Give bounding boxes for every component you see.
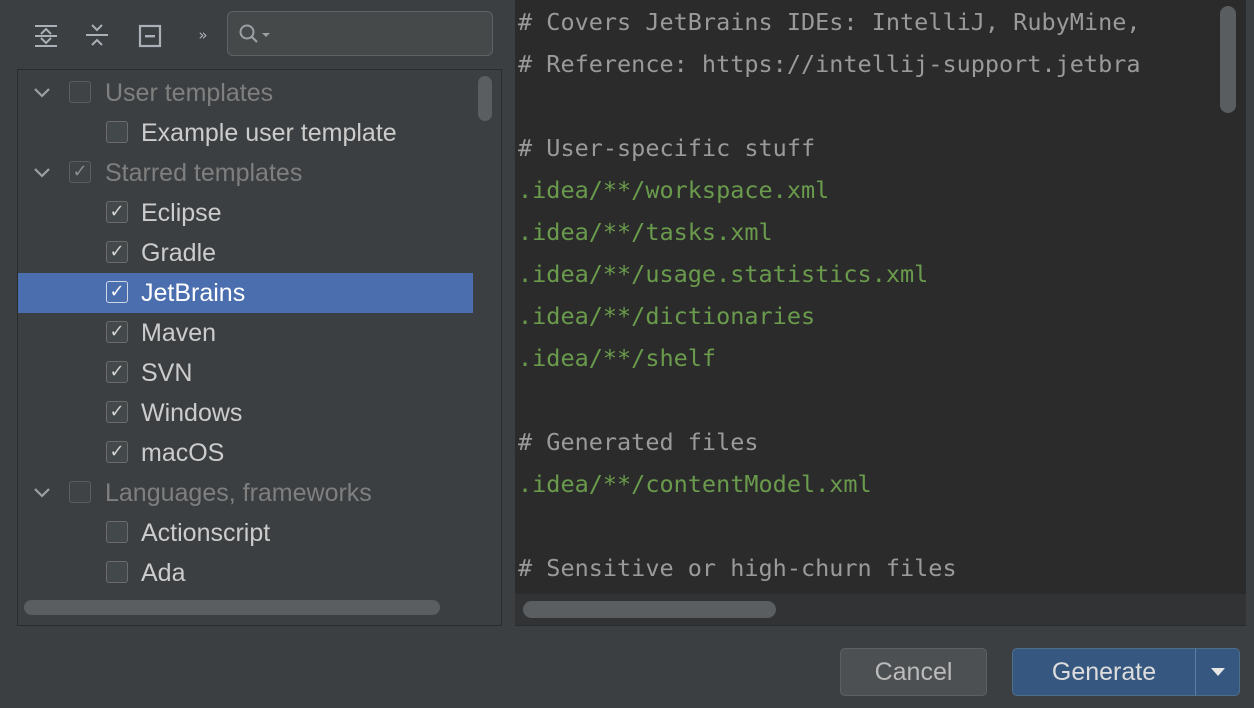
tree-row-label: Languages, frameworks bbox=[105, 479, 372, 507]
search-icon bbox=[239, 24, 270, 43]
tree-item-row[interactable]: ✓ macOS bbox=[18, 433, 473, 473]
tree-item-row[interactable]: ✓ Gradle bbox=[18, 233, 473, 273]
editor-horizontal-scrollbar[interactable] bbox=[523, 601, 776, 618]
tree-item-row[interactable]: ✓ SVN bbox=[18, 353, 473, 393]
tree-row-label: macOS bbox=[141, 439, 225, 467]
tree-row-label: User templates bbox=[105, 79, 274, 107]
tree-group-row[interactable]: Languages, frameworks bbox=[18, 473, 473, 513]
tree-item-row[interactable]: Example user template bbox=[18, 113, 473, 153]
code-line-path: .idea/**/contentModel.xml bbox=[518, 470, 872, 498]
code-line-comment: # Generated files bbox=[518, 428, 759, 456]
search-field[interactable] bbox=[227, 11, 493, 56]
template-checkbox[interactable] bbox=[106, 561, 128, 583]
code-line-comment: # Reference: https://intellij-support.je… bbox=[518, 50, 1141, 78]
template-checkbox[interactable]: ✓ bbox=[106, 321, 128, 343]
tree-item-row[interactable]: Ada bbox=[18, 553, 473, 593]
tree-item-row[interactable]: Actionscript bbox=[18, 513, 473, 553]
generate-button[interactable]: Generate bbox=[1012, 648, 1195, 696]
tree-item-row[interactable]: ✓ Windows bbox=[18, 393, 473, 433]
code-line-path: .idea/**/usage.statistics.xml bbox=[518, 260, 929, 288]
template-checkbox[interactable] bbox=[106, 121, 128, 143]
cancel-button[interactable]: Cancel bbox=[840, 648, 987, 696]
template-checkbox[interactable]: ✓ bbox=[106, 441, 128, 463]
tree-row-label: JetBrains bbox=[141, 279, 246, 307]
template-checkbox[interactable]: ✓ bbox=[106, 361, 128, 383]
tree-row-label: SVN bbox=[141, 359, 193, 387]
collapse-all-icon[interactable] bbox=[83, 22, 111, 50]
tree-item-row[interactable]: ✓ Eclipse bbox=[18, 193, 473, 233]
chevron-down-icon[interactable] bbox=[32, 165, 52, 181]
tree-row-label: Gradle bbox=[141, 239, 217, 267]
template-checkbox[interactable]: ✓ bbox=[69, 161, 91, 183]
template-checkbox[interactable] bbox=[69, 481, 91, 503]
tree-group-row[interactable]: ✓ Starred templates bbox=[18, 153, 473, 193]
code-line-path: .idea/**/shelf bbox=[518, 344, 717, 372]
generate-options-button[interactable] bbox=[1195, 648, 1240, 696]
code-line-comment: # Covers JetBrains IDEs: IntelliJ, RubyM… bbox=[518, 8, 1141, 36]
search-input[interactable] bbox=[278, 20, 482, 49]
tree-row-label: Windows bbox=[141, 399, 243, 427]
chevron-down-icon[interactable] bbox=[32, 485, 52, 501]
tree-row-label: Starred templates bbox=[105, 159, 303, 187]
gitignore-preview-editor[interactable]: # Covers JetBrains IDEs: IntelliJ, RubyM… bbox=[515, 0, 1246, 626]
tree-row-label: Actionscript bbox=[141, 519, 271, 547]
tree-row-label: Eclipse bbox=[141, 199, 222, 227]
template-checkbox[interactable]: ✓ bbox=[106, 401, 128, 423]
template-checkbox[interactable]: ✓ bbox=[106, 241, 128, 263]
template-tree[interactable]: User templates Example user template ✓ Star… bbox=[17, 69, 502, 626]
tree-item-row[interactable]: ✓ Maven bbox=[18, 313, 473, 353]
collapse-icon[interactable] bbox=[136, 22, 164, 50]
dropdown-arrow-icon bbox=[1211, 668, 1225, 676]
expand-all-icon[interactable] bbox=[32, 22, 60, 50]
template-checkbox[interactable]: ✓ bbox=[106, 281, 128, 303]
code-line-comment: # User-specific stuff bbox=[518, 134, 816, 162]
template-checkbox[interactable] bbox=[69, 81, 91, 103]
code-line-comment: # Sensitive or high-churn files bbox=[518, 554, 957, 582]
code-line-path: .idea/**/workspace.xml bbox=[518, 176, 830, 204]
tree-group-row[interactable]: User templates bbox=[18, 73, 473, 113]
template-checkbox[interactable]: ✓ bbox=[106, 201, 128, 223]
tree-row-label: Ada bbox=[141, 559, 186, 587]
template-checkbox[interactable] bbox=[106, 521, 128, 543]
editor-vertical-scrollbar[interactable] bbox=[1220, 6, 1236, 113]
tree-item-row[interactable]: ✓ JetBrains bbox=[18, 273, 473, 313]
tree-row-label: Maven bbox=[141, 319, 217, 347]
code-line-path: .idea/**/dictionaries bbox=[518, 302, 816, 330]
tree-vertical-scrollbar[interactable] bbox=[478, 76, 492, 121]
tree-row-label: Example user template bbox=[141, 119, 397, 147]
chevron-down-icon[interactable] bbox=[32, 85, 52, 101]
code-line-path: .idea/**/tasks.xml bbox=[518, 218, 773, 246]
double-chevron-right-icon[interactable]: » bbox=[192, 22, 214, 48]
tree-horizontal-scrollbar[interactable] bbox=[24, 600, 440, 615]
